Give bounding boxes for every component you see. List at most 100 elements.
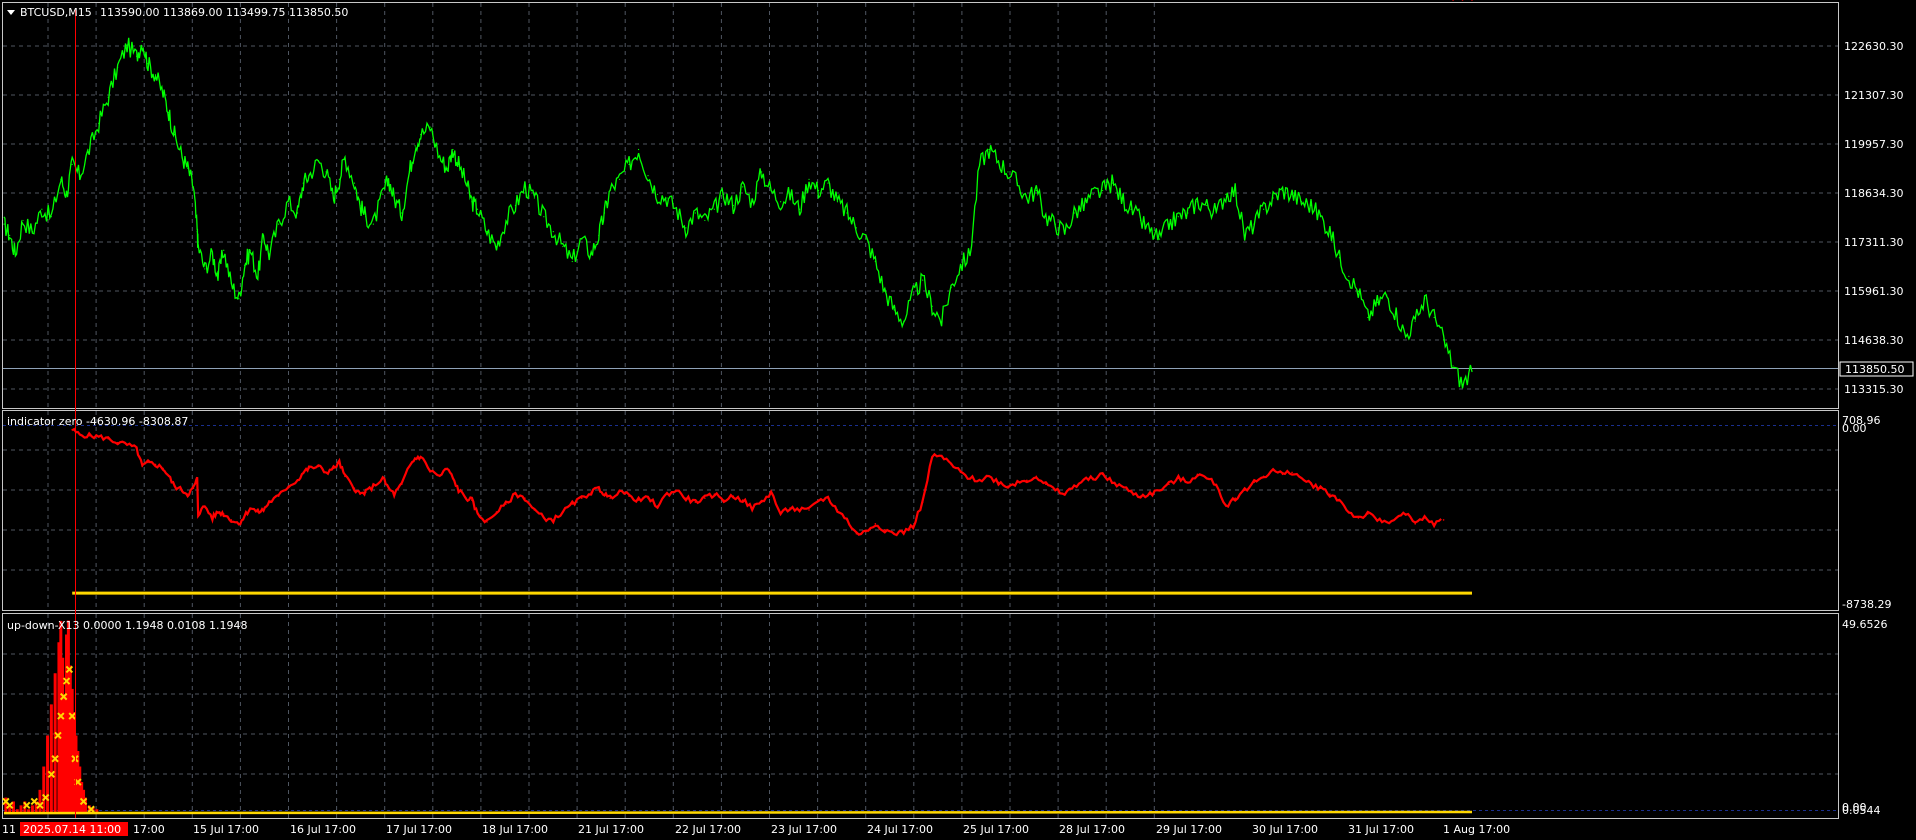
- price-point: [609, 189, 611, 192]
- price-point: [262, 234, 265, 236]
- indicator-point: [332, 467, 335, 470]
- indicator-point: [1092, 477, 1094, 480]
- price-point: [884, 290, 886, 292]
- indicator-point: [1063, 493, 1066, 495]
- price-point: [211, 253, 213, 255]
- price-point: [969, 253, 971, 255]
- price-point: [9, 234, 11, 236]
- price-point: [922, 279, 924, 281]
- price-point: [865, 238, 867, 240]
- price-point: [1329, 231, 1331, 233]
- price-point: [60, 178, 62, 180]
- indicator-point: [387, 487, 390, 490]
- indicator-point: [135, 447, 138, 450]
- indicator-point: [997, 481, 1000, 484]
- price-point: [429, 126, 431, 128]
- price-point: [1395, 313, 1397, 315]
- price-tick: 113315.30: [1844, 383, 1904, 396]
- indicator-point: [1367, 513, 1369, 515]
- price-point: [1338, 257, 1341, 259]
- price-point: [196, 231, 198, 233]
- indicator-point: [656, 505, 659, 507]
- price-point: [742, 186, 744, 188]
- price-point: [603, 212, 606, 214]
- indicator-point: [393, 493, 396, 495]
- price-point: [65, 193, 68, 195]
- indicator-point: [505, 503, 507, 505]
- price-point: [1424, 298, 1426, 300]
- indicator-point: [618, 489, 621, 492]
- price-point: [71, 163, 73, 166]
- indicator-point: [268, 501, 270, 503]
- trading-terminal[interactable]: BTCUSD,M15 113590.00 113869.00 113499.75…: [0, 0, 1916, 840]
- indicator-point: [1272, 469, 1274, 472]
- indicator-point: [543, 517, 545, 519]
- indicator-point: [217, 511, 219, 513]
- indicator-point: [222, 513, 225, 515]
- price-point: [1319, 216, 1322, 218]
- price-point: [1281, 189, 1284, 192]
- price-point: [562, 245, 564, 248]
- indicator-point: [552, 519, 555, 521]
- indicator-point: [1281, 473, 1284, 476]
- indicator-point: [628, 495, 630, 497]
- price-point: [893, 309, 895, 311]
- indicator-point: [302, 471, 305, 474]
- indicator-point: [1224, 505, 1227, 507]
- price-point: [317, 160, 320, 162]
- indicator-point: [296, 479, 299, 482]
- indicator-point: [1243, 489, 1246, 492]
- price-point: [1234, 189, 1236, 192]
- indicator-point: [414, 457, 416, 460]
- indicator-point: [486, 521, 488, 523]
- time-label: 24 Jul 17:00: [867, 823, 933, 836]
- price-tick: 115961.30: [1844, 285, 1904, 298]
- price-point: [302, 182, 304, 184]
- indicator-point: [1376, 519, 1379, 521]
- price-point: [173, 134, 176, 136]
- price-point: [393, 197, 395, 199]
- indicator-point: [514, 493, 517, 495]
- price-tick: 121307.30: [1844, 89, 1904, 102]
- indicator-point: [167, 475, 170, 478]
- indicator-point: [760, 501, 763, 503]
- price-point: [1244, 234, 1246, 236]
- indicator-point: [1338, 499, 1341, 501]
- price-point: [798, 208, 801, 210]
- indicator-point: [1234, 497, 1237, 499]
- indicator-point: [325, 471, 327, 474]
- price-point: [1054, 223, 1056, 225]
- indicator-point: [685, 497, 687, 499]
- price-point: [846, 212, 848, 214]
- updown-axis-bottom: 0.0544: [1842, 804, 1881, 817]
- indicator-point: [141, 465, 144, 468]
- price-point: [117, 66, 119, 69]
- price-point: [1206, 204, 1208, 207]
- price-point: [533, 197, 535, 199]
- price-point: [387, 178, 390, 180]
- price-point: [1471, 370, 1473, 373]
- time-label: 30 Jul 17:00: [1252, 823, 1318, 836]
- price-point: [855, 227, 857, 229]
- indicator-point: [162, 467, 164, 470]
- indicator-point: [921, 501, 924, 503]
- indicator-point: [1101, 473, 1104, 476]
- indicator-point: [317, 465, 320, 468]
- indicator-point: [1253, 481, 1255, 484]
- time-label: 15 Jul 17:00: [193, 823, 259, 836]
- price-point: [192, 186, 195, 188]
- price-point: [414, 145, 416, 147]
- price-point: [675, 208, 678, 210]
- indicator-point: [704, 497, 706, 499]
- updown-baseline: [3, 810, 1473, 815]
- indicator-point: [561, 511, 564, 513]
- indicator-point: [382, 477, 384, 480]
- price-point: [713, 208, 715, 210]
- price-point: [382, 193, 384, 195]
- indicator-point: [243, 515, 246, 517]
- indicator-point: [1262, 475, 1265, 478]
- price-tick: 119957.30: [1844, 138, 1904, 151]
- indicator-point: [1007, 485, 1009, 488]
- time-label: 25 Jul 17:00: [963, 823, 1029, 836]
- price-point: [243, 264, 246, 266]
